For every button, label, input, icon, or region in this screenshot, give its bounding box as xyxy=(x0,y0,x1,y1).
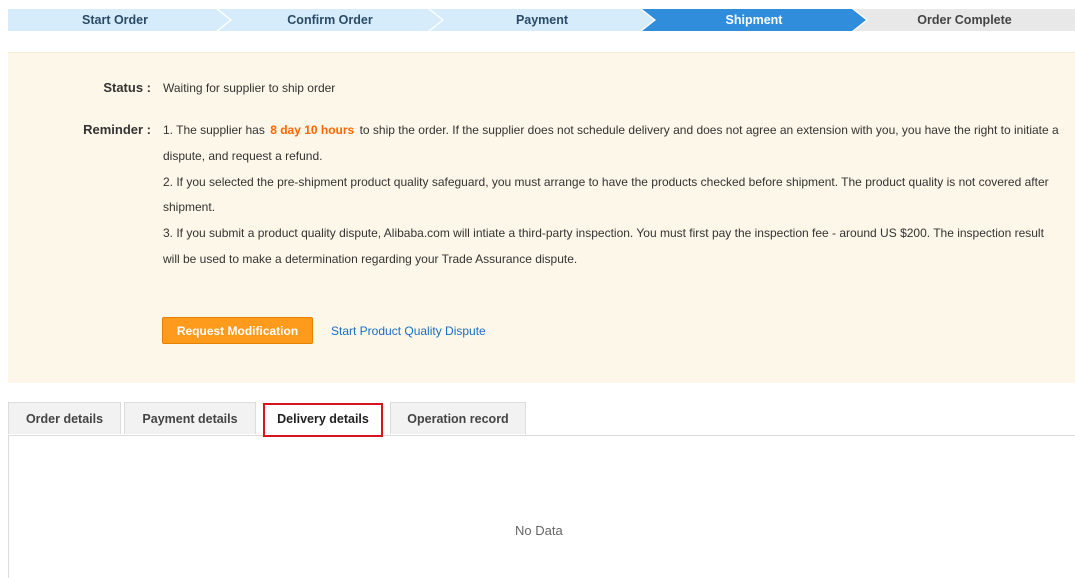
order-progress-bar: Start Order Confirm Order Payment Shipme… xyxy=(8,9,1075,31)
reminder-label: Reminder : xyxy=(83,122,151,137)
tab-payment-details[interactable]: Payment details xyxy=(124,402,256,434)
reminder-list: 1. The supplier has 8 day 10 hours to sh… xyxy=(163,118,1063,273)
order-tabs: Order details Payment details Delivery d… xyxy=(8,402,1075,437)
delivery-details-content xyxy=(8,435,1075,578)
reminder-item-1-pre: 1. The supplier has xyxy=(163,123,269,137)
status-label: Status : xyxy=(103,80,151,95)
step-order-complete: Order Complete xyxy=(854,9,1075,31)
tab-delivery-details[interactable]: Delivery details xyxy=(263,403,383,437)
no-data-message: No Data xyxy=(515,523,563,538)
tab-operation-record[interactable]: Operation record xyxy=(390,402,526,434)
order-status-panel: Status : Waiting for supplier to ship or… xyxy=(8,52,1075,383)
tab-order-details[interactable]: Order details xyxy=(8,402,121,434)
reminder-item-2: 2. If you selected the pre-shipment prod… xyxy=(163,174,1049,215)
shipping-time-remaining: 8 day 10 hours xyxy=(270,123,355,137)
reminder-item-3: 3. If you submit a product quality dispu… xyxy=(163,226,1044,266)
request-modification-button[interactable]: Request Modification xyxy=(162,317,313,344)
step-label: Payment xyxy=(515,13,569,27)
step-label: Order Complete xyxy=(917,13,1012,27)
step-start-order: Start Order xyxy=(8,9,230,31)
step-shipment: Shipment xyxy=(642,9,866,31)
step-label: Shipment xyxy=(725,13,783,27)
step-payment: Payment xyxy=(430,9,654,31)
status-value: Waiting for supplier to ship order xyxy=(163,81,336,95)
step-confirm-order: Confirm Order xyxy=(218,9,442,31)
step-label: Start Order xyxy=(82,13,148,27)
start-quality-dispute-link[interactable]: Start Product Quality Dispute xyxy=(331,324,486,338)
reminder-item-1: 1. The supplier has 8 day 10 hours to sh… xyxy=(163,118,1063,170)
step-label: Confirm Order xyxy=(287,13,373,27)
